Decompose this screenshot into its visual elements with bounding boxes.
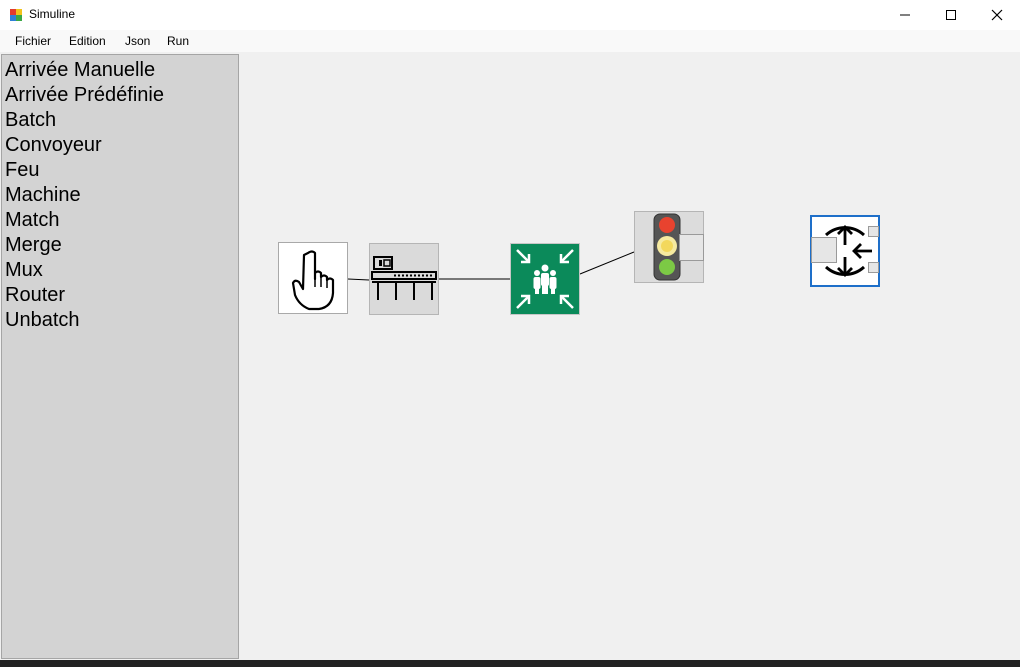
maximize-icon xyxy=(946,10,956,20)
taskbar-edge xyxy=(0,660,1020,667)
menu-edition[interactable]: Edition xyxy=(69,34,106,48)
palette-item-machine[interactable]: Machine xyxy=(5,183,81,207)
palette-item-feu[interactable]: Feu xyxy=(5,158,39,182)
node-arrivee-manuelle[interactable] xyxy=(278,242,348,314)
palette-item-merge[interactable]: Merge xyxy=(5,233,62,257)
close-icon xyxy=(991,9,1003,21)
close-button[interactable] xyxy=(974,0,1020,30)
palette-item-convoyeur[interactable]: Convoyeur xyxy=(5,133,102,157)
router-output-port-top[interactable] xyxy=(868,226,879,237)
window-title: Simuline xyxy=(29,7,76,21)
node-router[interactable] xyxy=(810,215,880,287)
menu-fichier[interactable]: Fichier xyxy=(15,34,51,48)
link-merge-feu xyxy=(579,251,635,275)
minimize-icon xyxy=(900,14,910,16)
router-output-port-bottom[interactable] xyxy=(868,262,879,273)
feu-output-port[interactable] xyxy=(679,234,704,261)
pointing-hand-icon xyxy=(291,250,335,311)
node-merge[interactable] xyxy=(510,243,580,315)
palette-item-mux[interactable]: Mux xyxy=(5,258,43,282)
palette-item-unbatch[interactable]: Unbatch xyxy=(5,308,80,332)
connection-lines xyxy=(347,251,635,281)
palette-item-arrivee-predefinie[interactable]: Arrivée Prédéfinie xyxy=(5,83,164,107)
router-input-port[interactable] xyxy=(811,237,837,263)
palette-item-batch[interactable]: Batch xyxy=(5,108,56,132)
minimize-button[interactable] xyxy=(882,0,928,30)
link-arrivee-convoyeur xyxy=(347,278,370,281)
maximize-button[interactable] xyxy=(928,0,974,30)
palette-item-match[interactable]: Match xyxy=(5,208,59,232)
palette-item-router[interactable]: Router xyxy=(5,283,65,307)
assembly-point-icon xyxy=(516,249,574,309)
simuline-app-icon xyxy=(10,9,22,21)
conveyor-icon xyxy=(371,256,437,300)
menu-json[interactable]: Json xyxy=(125,34,150,48)
component-palette: Arrivée Manuelle Arrivée Prédéfinie Batc… xyxy=(1,54,239,659)
menu-bar: Fichier Edition Json Run xyxy=(0,30,1020,52)
design-canvas[interactable] xyxy=(240,54,1020,660)
menu-run[interactable]: Run xyxy=(167,34,189,48)
title-bar[interactable]: Simuline xyxy=(0,0,1020,30)
palette-item-arrivee-manuelle[interactable]: Arrivée Manuelle xyxy=(5,58,155,82)
node-feu[interactable] xyxy=(634,211,704,283)
node-convoyeur[interactable] xyxy=(369,243,439,315)
